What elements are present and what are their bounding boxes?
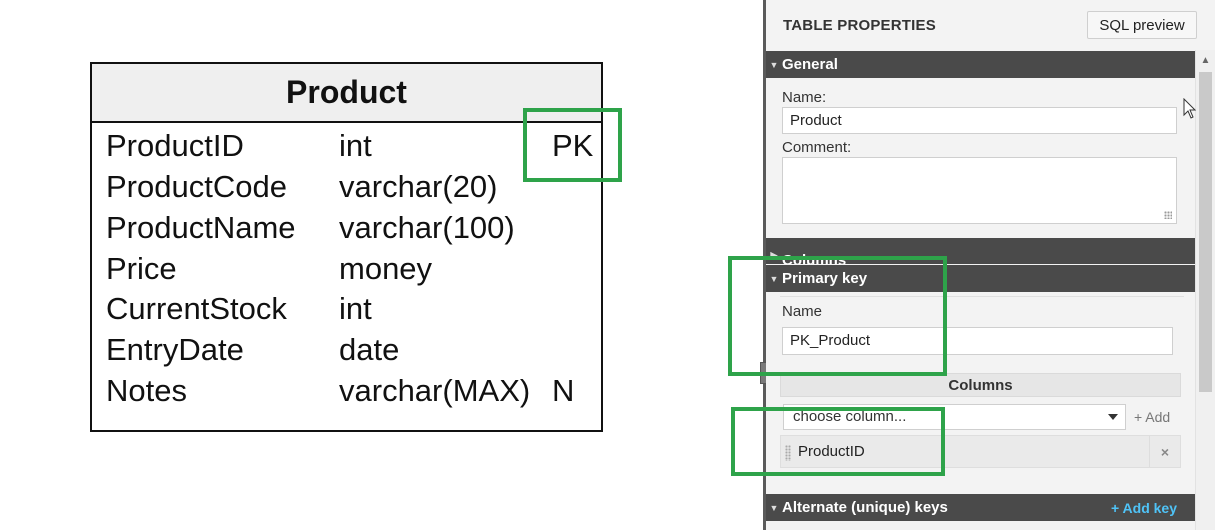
expand-triangle-icon: ▶ — [770, 250, 778, 260]
section-title: Columns — [782, 252, 847, 264]
section-general-header[interactable]: ▼ General — [766, 51, 1195, 78]
panel-title: TABLE PROPERTIES — [783, 17, 936, 34]
section-alternate-keys-header[interactable]: ▼ Alternate (unique) keys + Add key — [766, 494, 1195, 521]
collapse-triangle-icon: ▼ — [769, 59, 779, 70]
section-primary-key-header[interactable]: ▼ Primary key — [766, 265, 1195, 292]
column-name: Notes — [106, 373, 187, 408]
column-type: int — [339, 291, 372, 326]
divider — [780, 296, 1184, 297]
collapse-triangle-icon: ▼ — [769, 273, 779, 284]
section-title: General — [782, 56, 838, 73]
panel-scrollbar[interactable]: ▲ — [1195, 50, 1215, 530]
table-properties-panel: TABLE PROPERTIES SQL preview ▼ General N… — [766, 0, 1215, 530]
diagram-canvas[interactable]: Product ProductID int PK ProductCode var… — [0, 0, 765, 530]
remove-icon[interactable]: × — [1149, 436, 1180, 467]
pk-column-name: ProductID — [798, 443, 865, 460]
table-name-input[interactable]: Product — [782, 107, 1177, 134]
add-column-button[interactable]: + Add — [1134, 409, 1170, 425]
pk-column-row[interactable]: ProductID × — [780, 435, 1181, 468]
add-key-link[interactable]: + Add key — [1111, 500, 1177, 516]
section-columns-header[interactable]: ▶ Columns — [766, 238, 1195, 264]
column-name: EntryDate — [106, 332, 244, 367]
column-type: varchar(20) — [339, 169, 498, 204]
sql-preview-button[interactable]: SQL preview — [1087, 11, 1197, 39]
table-entity-product[interactable]: Product ProductID int PK ProductCode var… — [90, 62, 603, 432]
resize-grip-icon[interactable] — [1164, 211, 1172, 219]
pk-name-label: Name — [782, 303, 823, 320]
section-title: Alternate (unique) keys — [782, 499, 948, 516]
scroll-up-arrow-icon[interactable]: ▲ — [1196, 50, 1215, 70]
column-type: date — [339, 332, 400, 367]
column-type: varchar(100) — [339, 210, 515, 245]
mouse-pointer-icon — [1183, 98, 1197, 119]
drag-handle-icon[interactable] — [785, 445, 791, 461]
column-name: CurrentStock — [106, 291, 287, 326]
pk-columns-header: Columns — [780, 373, 1181, 397]
dropdown-caret-icon — [1108, 414, 1118, 420]
entity-title: Product — [92, 64, 601, 123]
collapse-triangle-icon: ▼ — [769, 502, 779, 513]
column-name: ProductCode — [106, 169, 287, 204]
column-type: int — [339, 128, 372, 163]
column-flag: N — [552, 373, 575, 408]
column-type: money — [339, 251, 433, 286]
scrollbar-thumb[interactable] — [1199, 72, 1212, 392]
name-label: Name: — [782, 89, 827, 106]
column-flag: PK — [552, 128, 594, 163]
pk-name-input[interactable]: PK_Product — [782, 327, 1173, 355]
column-name: ProductName — [106, 210, 296, 245]
comment-textarea[interactable] — [782, 157, 1177, 224]
column-type: varchar(MAX) — [339, 373, 531, 408]
column-name: Price — [106, 251, 177, 286]
comment-label: Comment: — [782, 139, 852, 156]
column-name: ProductID — [106, 128, 244, 163]
select-placeholder: choose column... — [793, 408, 907, 425]
section-title: Primary key — [782, 270, 868, 287]
choose-column-select[interactable]: choose column... — [783, 404, 1126, 430]
panel-header: TABLE PROPERTIES SQL preview — [766, 0, 1215, 50]
